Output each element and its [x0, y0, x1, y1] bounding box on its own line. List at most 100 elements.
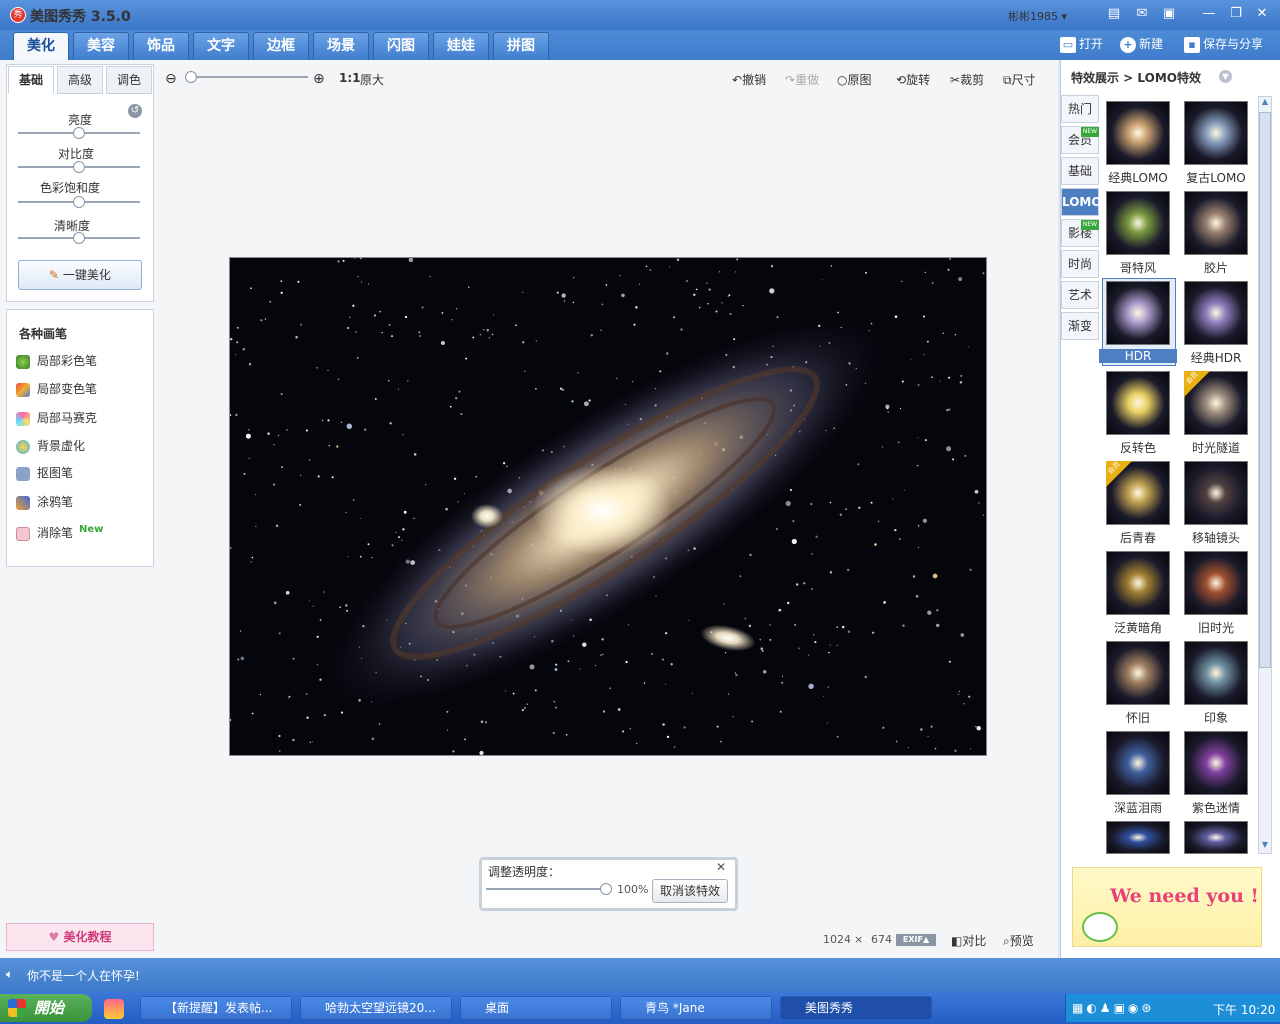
preview-label: 预览 — [1009, 934, 1034, 948]
category-lomo[interactable]: LOMO — [1061, 188, 1102, 216]
redo-button[interactable]: ↷重做 — [785, 71, 819, 89]
doc-icon[interactable]: ▤ — [1106, 6, 1122, 22]
cancel-effect-button[interactable]: 取消该特效 — [652, 879, 728, 903]
crop-button[interactable]: ✂裁剪 — [950, 71, 984, 89]
skin-icon[interactable]: ▣ — [1161, 6, 1177, 22]
taskbar-item-desktop[interactable]: 桌面 — [460, 996, 612, 1020]
zoom-slider[interactable] — [190, 76, 308, 78]
new-button[interactable]: + 新建 — [1120, 35, 1163, 55]
effect-thumb[interactable] — [1184, 101, 1248, 165]
effect-thumb[interactable] — [1106, 731, 1170, 795]
effect-label: 后青春 — [1119, 531, 1156, 545]
scroll-up-icon[interactable]: ▲ — [1259, 97, 1271, 109]
taskbar-item-forum[interactable]: 【新提醒】发表帖... — [140, 996, 292, 1020]
galaxy-image — [230, 258, 986, 755]
tutorial-button[interactable]: ♥ 美化教程 — [6, 923, 154, 951]
eraser-icon — [16, 526, 30, 541]
resize-button[interactable]: ⧉尺寸 — [1003, 71, 1036, 89]
compare-label: 对比 — [962, 934, 987, 948]
taskbar-item-meitu[interactable]: 美图秀秀 — [780, 996, 932, 1020]
tab-doll[interactable]: 娃娃 — [433, 32, 489, 60]
rotate-button[interactable]: ⟲旋转 — [896, 71, 930, 89]
effect-thumb[interactable] — [1106, 371, 1170, 435]
zoom-out-icon[interactable]: ⊖ — [165, 71, 177, 87]
tab-scene[interactable]: 场景 — [313, 32, 369, 60]
zoom-in-icon[interactable]: ⊕ — [313, 71, 325, 87]
scroll-down-icon[interactable]: ▼ — [1259, 840, 1271, 852]
recolor-brush-icon — [16, 382, 30, 397]
effect-thumb[interactable] — [1184, 641, 1248, 705]
effect-thumb[interactable] — [1184, 461, 1248, 525]
restore-icon[interactable]: ❐ — [1228, 6, 1244, 22]
tab-beautify[interactable]: 美化 — [13, 32, 69, 60]
dialog-close-icon[interactable]: ✕ — [716, 860, 726, 874]
subtab-color[interactable]: 调色 — [106, 66, 152, 94]
compare-button[interactable]: ◧对比 — [951, 932, 986, 949]
category-basic[interactable]: 基础 — [1061, 157, 1099, 185]
tab-flash[interactable]: 闪图 — [373, 32, 429, 60]
effect-thumb[interactable] — [1106, 821, 1170, 854]
effect-thumb[interactable] — [1184, 731, 1248, 795]
status-message[interactable]: 你不是一个人在怀孕! — [27, 967, 140, 984]
brightness-knob[interactable] — [73, 127, 85, 139]
taskbar-item-browser[interactable]: 哈勃太空望远镜20... — [300, 996, 452, 1020]
brush-background-blur[interactable]: 背景虚化 — [16, 437, 85, 457]
message-icon[interactable]: ✉ — [1134, 6, 1150, 22]
brush-cutout[interactable]: 抠图笔 — [16, 464, 73, 484]
preview-button[interactable]: ⌕预览 — [1003, 932, 1034, 949]
user-menu[interactable]: 彬彬1985 ▾ — [1008, 8, 1067, 24]
effect-thumb[interactable] — [1106, 551, 1170, 615]
folder-icon: ▭ — [1060, 36, 1076, 53]
brush-eraser[interactable]: 消除笔 — [16, 524, 73, 544]
open-button[interactable]: ▭ 打开 — [1060, 35, 1103, 55]
one-click-beautify-button[interactable]: ✎ 一键美化 — [18, 260, 142, 290]
effect-thumb[interactable] — [1184, 821, 1248, 854]
taskbar-item-folder[interactable]: 青鸟 *Jane — [620, 996, 772, 1020]
effect-thumb[interactable] — [1106, 281, 1170, 345]
sharpness-knob[interactable] — [73, 232, 85, 244]
tab-collage[interactable]: 拼图 — [493, 32, 549, 60]
scrollbar-thumb[interactable] — [1259, 112, 1271, 668]
exif-button[interactable]: EXIF▲ — [896, 934, 936, 946]
category-art[interactable]: 艺术 — [1061, 281, 1099, 309]
effect-thumb[interactable] — [1106, 641, 1170, 705]
task-label: 桌面 — [485, 1001, 510, 1015]
brush-doodle[interactable]: 涂鸦笔 — [16, 493, 73, 513]
category-gradient[interactable]: 渐变 — [1061, 312, 1099, 340]
saturation-knob[interactable] — [73, 196, 85, 208]
plus-icon: + — [1120, 36, 1136, 53]
chevron-down-icon[interactable]: ▼ — [1219, 70, 1232, 83]
undo-button[interactable]: ↶撤销 — [732, 71, 766, 89]
effect-thumb[interactable] — [1184, 551, 1248, 615]
save-share-button[interactable]: ▪ 保存与分享 — [1184, 35, 1263, 55]
contrast-knob[interactable] — [73, 161, 85, 173]
close-icon[interactable]: ✕ — [1254, 6, 1270, 22]
actual-size-button[interactable]: 原大 — [360, 71, 384, 89]
photo-canvas[interactable] — [229, 257, 987, 756]
speaker-icon[interactable]: 🔈︎ — [6, 967, 13, 982]
effect-thumb[interactable] — [1184, 281, 1248, 345]
effect-thumb[interactable] — [1184, 191, 1248, 255]
brush-label: 局部马赛克 — [37, 411, 98, 425]
category-fashion[interactable]: 时尚 — [1061, 250, 1099, 278]
tab-beauty[interactable]: 美容 — [73, 32, 129, 60]
tab-border[interactable]: 边框 — [253, 32, 309, 60]
opacity-slider[interactable] — [486, 888, 606, 890]
subtab-advanced[interactable]: 高级 — [57, 66, 103, 94]
brush-mosaic[interactable]: 局部马赛克 — [16, 409, 97, 429]
tray-icons[interactable]: ▦◐♟▣◉⊛ — [1072, 1001, 1154, 1015]
subtab-basic[interactable]: 基础 — [8, 66, 54, 94]
brush-local-color[interactable]: 局部彩色笔 — [16, 352, 97, 372]
tab-accessories[interactable]: 饰品 — [133, 32, 189, 60]
actual-size-ratio[interactable]: 1:1 — [339, 71, 361, 89]
quicklaunch-icon[interactable] — [104, 999, 124, 1019]
tab-text[interactable]: 文字 — [193, 32, 249, 60]
brush-local-recolor[interactable]: 局部变色笔 — [16, 380, 97, 400]
zoom-knob[interactable] — [185, 71, 197, 83]
minimize-icon[interactable]: — — [1201, 6, 1217, 22]
category-hot[interactable]: 热门 — [1061, 95, 1099, 123]
effect-thumb[interactable] — [1106, 101, 1170, 165]
effect-thumb[interactable] — [1106, 191, 1170, 255]
original-button[interactable]: ○原图 — [837, 71, 872, 89]
opacity-knob[interactable] — [600, 883, 612, 895]
